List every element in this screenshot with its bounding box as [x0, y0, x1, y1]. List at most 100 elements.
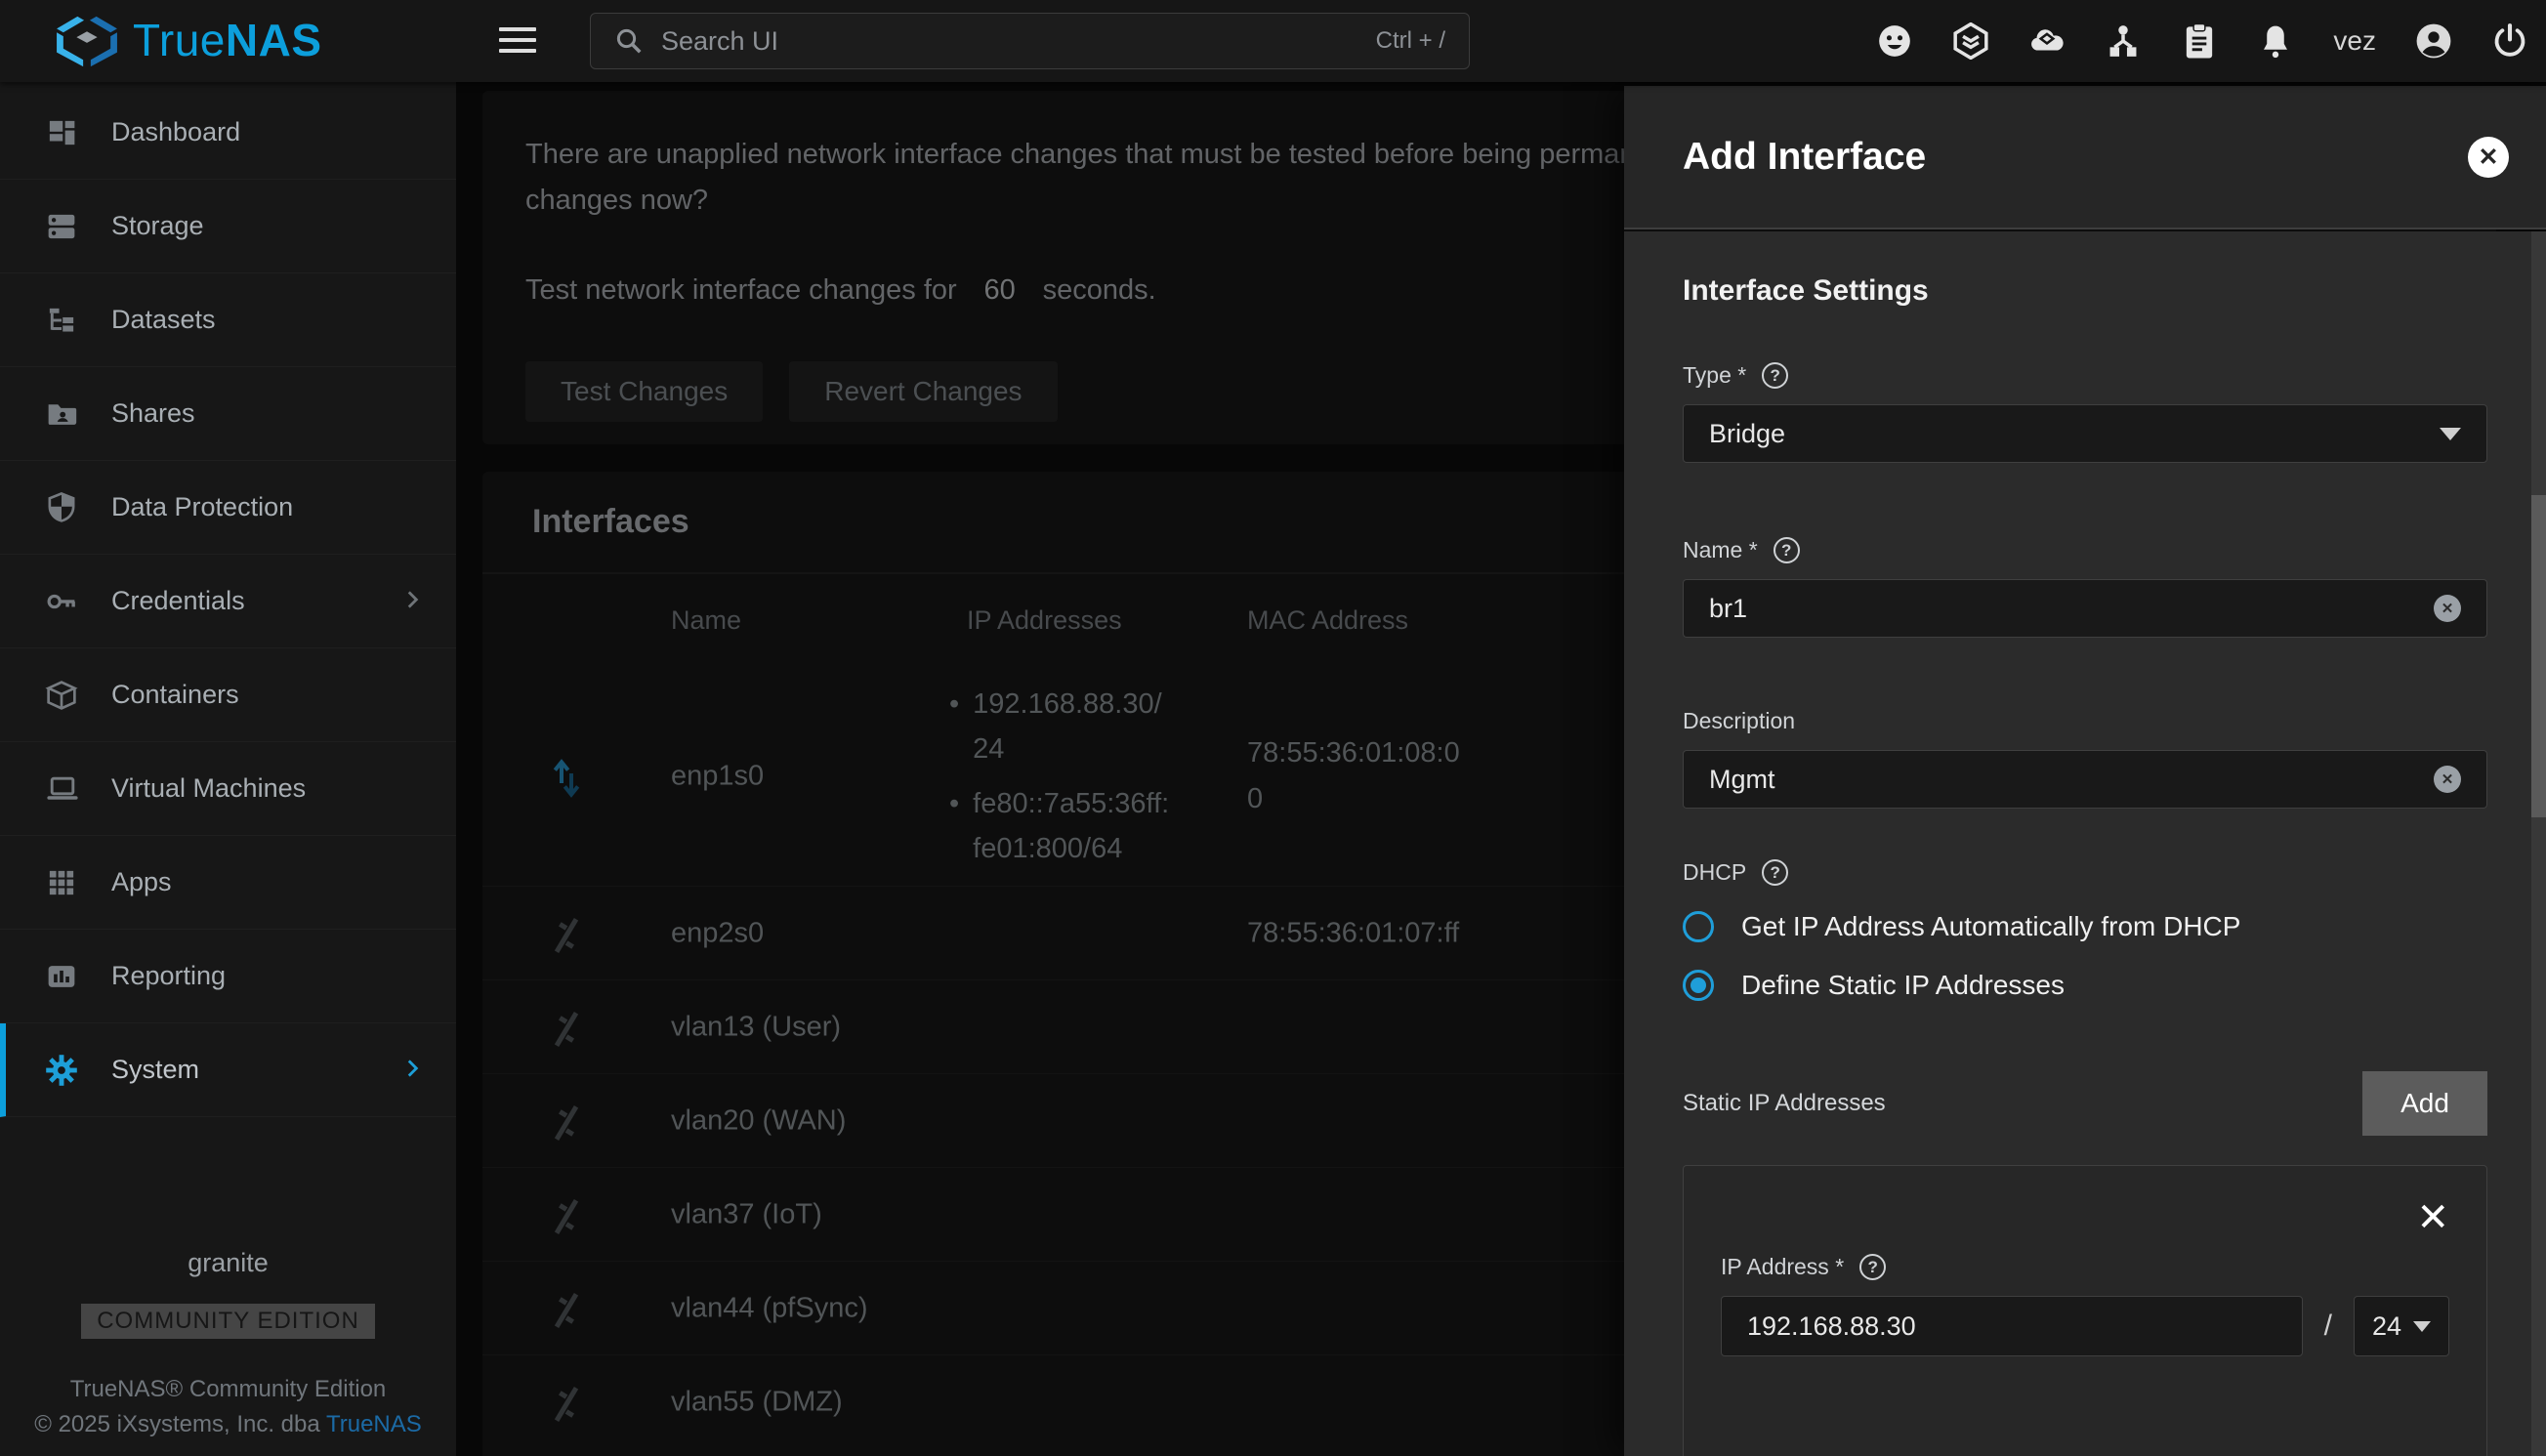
- type-select-value: Bridge: [1709, 419, 2440, 449]
- link-off-icon: [547, 1289, 586, 1328]
- chevron-right-icon: [399, 587, 425, 617]
- sidebar-item-datasets[interactable]: Datasets: [0, 273, 456, 367]
- radio-icon: [1683, 911, 1714, 942]
- sidebar-item-containers[interactable]: Containers: [0, 648, 456, 742]
- interface-active-updown-icon: [547, 757, 586, 796]
- tasks-clipboard-icon[interactable]: [2181, 22, 2218, 60]
- sidebar-item-label: Data Protection: [111, 492, 293, 522]
- help-icon[interactable]: ?: [1774, 537, 1800, 563]
- add-interface-panel: Add Interface ✕ Interface Settings Type …: [1624, 86, 2546, 1456]
- box-icon: [45, 678, 80, 713]
- ip-address: 192.168.88.30/ 24: [973, 682, 1162, 771]
- sidebar-item-dashboard[interactable]: Dashboard: [0, 86, 456, 180]
- clear-icon[interactable]: ✕: [2434, 766, 2461, 793]
- column-header-name: Name: [671, 605, 741, 636]
- search-icon: [614, 26, 644, 56]
- panel-scrollbar[interactable]: [2531, 231, 2546, 1456]
- link-off-icon: [547, 1383, 586, 1422]
- column-header-ip: IP Addresses: [967, 605, 1122, 636]
- interface-name: vlan44 (pfSync): [671, 1292, 868, 1324]
- sidebar-footer: granite COMMUNITY EDITION TrueNAS® Commu…: [0, 1248, 456, 1456]
- close-icon[interactable]: ✕: [2468, 137, 2509, 178]
- sidebar-item-apps[interactable]: Apps: [0, 836, 456, 930]
- name-field[interactable]: ✕: [1683, 579, 2487, 638]
- section-title: Interface Settings: [1683, 274, 2487, 308]
- type-select[interactable]: Bridge: [1683, 404, 2487, 463]
- sidebar-item-label: Datasets: [111, 305, 216, 335]
- sidebar-item-label: Dashboard: [111, 117, 240, 147]
- sidebar-item-virtual-machines[interactable]: Virtual Machines: [0, 742, 456, 836]
- username-label: vez: [2333, 25, 2376, 57]
- interface-name: vlan37 (IoT): [671, 1198, 822, 1230]
- user-avatar-icon[interactable]: [2415, 22, 2452, 60]
- help-icon[interactable]: ?: [1859, 1254, 1886, 1280]
- ip-address-field[interactable]: [1721, 1296, 2303, 1356]
- revert-changes-button[interactable]: Revert Changes: [789, 361, 1057, 422]
- radio-dhcp-auto[interactable]: Get IP Address Automatically from DHCP: [1683, 911, 2487, 942]
- link-off-icon: [547, 1195, 586, 1234]
- name-label: Name *: [1683, 537, 1758, 563]
- radio-label: Get IP Address Automatically from DHCP: [1741, 911, 2240, 942]
- sidebar-item-label: Credentials: [111, 586, 245, 616]
- truecommand-icon[interactable]: [1952, 22, 1989, 60]
- bar-chart-icon: [45, 959, 80, 994]
- panel-body: Interface Settings Type * ? Bridge Name …: [1624, 231, 2546, 1456]
- shield-icon: [45, 490, 80, 525]
- sidebar-item-credentials[interactable]: Credentials: [0, 555, 456, 648]
- menu-toggle-icon[interactable]: [499, 23, 536, 57]
- sidebar-item-shares[interactable]: Shares: [0, 367, 456, 461]
- clear-icon[interactable]: ✕: [2434, 595, 2461, 622]
- truenas-link[interactable]: TrueNAS: [326, 1411, 422, 1437]
- top-toolbar: TrueNAS Ctrl + /: [0, 0, 2546, 82]
- description-label: Description: [1683, 708, 1795, 734]
- netmask-select[interactable]: 24: [2354, 1296, 2449, 1356]
- global-search[interactable]: Ctrl + /: [590, 13, 1470, 69]
- interface-name: enp1s0: [671, 761, 764, 793]
- gear-icon: [45, 1053, 80, 1088]
- key-icon: [45, 584, 80, 619]
- scrollbar-thumb[interactable]: [2531, 495, 2546, 817]
- interface-name: vlan13 (User): [671, 1011, 841, 1043]
- description-field[interactable]: ✕: [1683, 750, 2487, 809]
- name-input[interactable]: [1709, 594, 2434, 624]
- ip-address-input[interactable]: [1747, 1311, 2276, 1342]
- chevron-right-icon: [399, 1056, 425, 1086]
- interface-mac: 78:55:36:01:07:ff: [1247, 910, 1491, 956]
- link-off-icon: [547, 1102, 586, 1141]
- power-icon[interactable]: [2491, 22, 2528, 60]
- column-header-mac: MAC Address: [1247, 605, 1408, 636]
- dhcp-label: DHCP: [1683, 859, 1746, 886]
- ip-address: fe80::7a55:36ff: fe01:800/64: [973, 781, 1169, 871]
- logo-text: TrueNAS: [133, 14, 322, 66]
- jobs-network-icon[interactable]: [2105, 22, 2142, 60]
- cloud-sync-icon[interactable]: [2028, 22, 2066, 60]
- alerts-bell-icon[interactable]: [2257, 22, 2294, 60]
- sidebar-item-reporting[interactable]: Reporting: [0, 930, 456, 1023]
- sidebar-item-data-protection[interactable]: Data Protection: [0, 461, 456, 555]
- duration-suffix: seconds.: [1043, 274, 1156, 307]
- description-input[interactable]: [1709, 765, 2434, 795]
- test-changes-button[interactable]: Test Changes: [525, 361, 763, 422]
- remove-entry-x-icon[interactable]: ✕: [2416, 1196, 2449, 1239]
- feedback-smiley-icon[interactable]: [1876, 22, 1913, 60]
- netmask-value: 24: [2372, 1311, 2401, 1342]
- truenas-logo[interactable]: TrueNAS: [55, 12, 322, 68]
- chevron-down-icon: [2440, 428, 2461, 440]
- sidebar-item-system[interactable]: System: [0, 1023, 456, 1117]
- storage-icon: [45, 209, 80, 244]
- add-static-ip-button[interactable]: Add: [2362, 1071, 2487, 1136]
- help-icon[interactable]: ?: [1762, 859, 1788, 886]
- sidebar-item-storage[interactable]: Storage: [0, 180, 456, 273]
- interface-name: enp2s0: [671, 917, 764, 949]
- duration-prefix: Test network interface changes for: [525, 274, 957, 307]
- chevron-down-icon: [2413, 1321, 2431, 1332]
- static-ip-entry-card: ✕ IP Address * ? / 24: [1683, 1165, 2487, 1456]
- radio-static-ip[interactable]: Define Static IP Addresses: [1683, 970, 2487, 1001]
- help-icon[interactable]: ?: [1762, 362, 1788, 389]
- duration-input[interactable]: [957, 274, 1043, 307]
- search-input[interactable]: [661, 26, 1376, 57]
- truenas-cube-icon: [55, 12, 119, 68]
- sidebar-item-label: System: [111, 1055, 199, 1085]
- cidr-slash: /: [2324, 1310, 2332, 1343]
- footer-copyright: © 2025 iXsystems, Inc. dba TrueNAS: [0, 1411, 456, 1438]
